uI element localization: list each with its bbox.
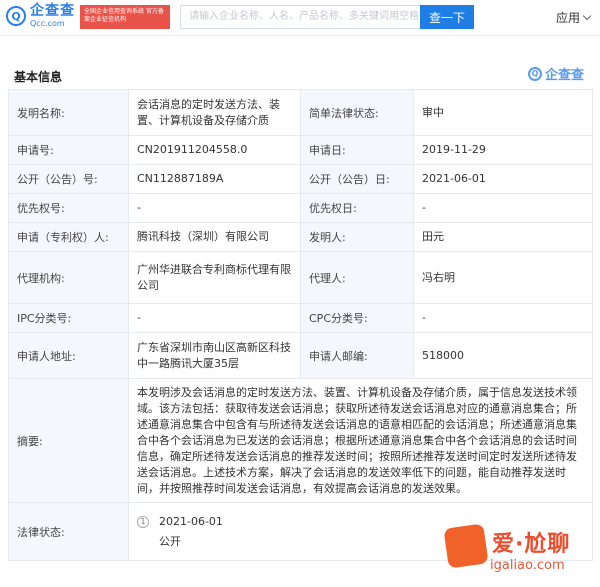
search-button[interactable]: 查一下 bbox=[420, 5, 474, 29]
ipc-value: - bbox=[128, 303, 301, 333]
table-row: 发明名称: 会话消息的定时发送方法、装置、计算机设备及存储介质 简单法律状态: … bbox=[8, 89, 593, 136]
legal-event-date: 2021-06-01 bbox=[159, 514, 223, 528]
ipc-label: IPC分类号: bbox=[8, 303, 129, 333]
applicant-link[interactable]: 腾讯科技（深圳）有限公司 bbox=[128, 222, 301, 252]
invention-name-label: 发明名称: bbox=[8, 89, 129, 136]
logo-title: 企查查 bbox=[30, 3, 75, 19]
postcode-value: 518000 bbox=[413, 332, 593, 379]
agent-label: 代理人: bbox=[300, 251, 414, 304]
apps-label: 应用 bbox=[556, 11, 581, 25]
table-row: 代理机构: 广州华进联合专利商标代理有限公司 代理人: 冯右明 bbox=[8, 251, 593, 304]
publication-date-label: 公开（公告）日: bbox=[300, 164, 414, 194]
application-number-label: 申请号: bbox=[8, 135, 129, 165]
abstract-value: 本发明涉及会话消息的定时发送方法、装置、计算机设备及存储介质，属于信息发送技术领… bbox=[128, 378, 593, 503]
publication-number-value: CN112887189A bbox=[128, 164, 301, 194]
top-bar: Q 企查查 Qcc.com 全国企业信用查询系统 官方备案企业征信机构 请输入企… bbox=[0, 0, 600, 36]
table-row: 摘要: 本发明涉及会话消息的定时发送方法、装置、计算机设备及存储介质，属于信息发… bbox=[8, 378, 593, 503]
table-row: 公开（公告）号: CN112887189A 公开（公告）日: 2021-06-0… bbox=[8, 164, 593, 194]
table-row: 申请（专利权）人: 腾讯科技（深圳）有限公司 发明人: 田元 bbox=[8, 222, 593, 252]
site-watermark: 爱·尬聊 igaliao.com bbox=[440, 522, 596, 584]
search-input[interactable]: 请输入企业名称、人名、产品名称、多关键词用空格 bbox=[180, 5, 420, 29]
publication-number-label: 公开（公告）号: bbox=[8, 164, 129, 194]
application-date-value: 2019-11-29 bbox=[413, 135, 593, 165]
application-number-value: CN201911204558.0 bbox=[128, 135, 301, 165]
logo-text: 企查查 Qcc.com bbox=[30, 4, 75, 28]
qcc-watermark-text: 企查查 bbox=[545, 68, 585, 83]
table-row: 优先权号: - 优先权日: - bbox=[8, 193, 593, 223]
table-row: 申请号: CN201911204558.0 申请日: 2019-11-29 bbox=[8, 135, 593, 165]
abstract-label: 摘要: bbox=[8, 378, 129, 503]
inventor-label: 发明人: bbox=[300, 222, 414, 252]
applicant-address-value: 广东省深圳市南山区高新区科技中一路腾讯大厦35层 bbox=[128, 332, 301, 379]
qcc-logo[interactable]: Q 企查查 Qcc.com bbox=[6, 4, 75, 28]
legal-event: 2021-06-01 公开 bbox=[159, 514, 223, 550]
table-row: IPC分类号: - CPC分类号: - bbox=[8, 303, 593, 333]
priority-date-value: - bbox=[413, 193, 593, 223]
legal-event-status: 公开 bbox=[159, 534, 181, 548]
patent-info-table: 发明名称: 会话消息的定时发送方法、装置、计算机设备及存储介质 简单法律状态: … bbox=[8, 89, 593, 561]
priority-number-label: 优先权号: bbox=[8, 193, 129, 223]
application-date-label: 申请日: bbox=[300, 135, 414, 165]
chevron-down-icon bbox=[582, 11, 592, 21]
qcc-logo-icon: Q bbox=[6, 6, 26, 26]
site-watermark-url: igaliao.com bbox=[490, 558, 565, 573]
section-title: 基本信息 bbox=[14, 70, 63, 84]
priority-date-label: 优先权日: bbox=[300, 193, 414, 223]
qcc-watermark: Q 企查查 bbox=[528, 64, 584, 83]
applicant-address-label: 申请人地址: bbox=[8, 332, 129, 379]
publication-date-value: 2021-06-01 bbox=[413, 164, 593, 194]
cpc-label: CPC分类号: bbox=[300, 303, 414, 333]
logo-domain: Qcc.com bbox=[30, 19, 65, 28]
site-logo-icon bbox=[443, 523, 489, 569]
agency-label: 代理机构: bbox=[8, 251, 129, 304]
legal-status-simple-label: 简单法律状态: bbox=[300, 89, 414, 136]
cpc-value: - bbox=[413, 303, 593, 333]
postcode-label: 申请人邮编: bbox=[300, 332, 414, 379]
qcc-watermark-icon: Q bbox=[528, 66, 542, 81]
legal-status-label: 法律状态: bbox=[8, 502, 129, 561]
table-row: 申请人地址: 广东省深圳市南山区高新区科技中一路腾讯大厦35层 申请人邮编: 5… bbox=[8, 332, 593, 379]
site-watermark-title: 爱·尬聊 bbox=[492, 532, 571, 557]
invention-name-value: 会话消息的定时发送方法、装置、计算机设备及存储介质 bbox=[128, 89, 301, 136]
apps-menu[interactable]: 应用 bbox=[556, 9, 592, 26]
legal-status-simple-value: 审中 bbox=[413, 89, 593, 136]
applicant-label: 申请（专利权）人: bbox=[8, 222, 129, 252]
agency-link[interactable]: 广州华进联合专利商标代理有限公司 bbox=[128, 251, 301, 304]
timeline-step-icon: 1 bbox=[137, 515, 149, 528]
agent-value: 冯右明 bbox=[413, 251, 593, 304]
promo-banner[interactable]: 全国企业信用查询系统 官方备案企业征信机构 bbox=[80, 5, 170, 29]
inventor-value: 田元 bbox=[413, 222, 593, 252]
priority-number-value: - bbox=[128, 193, 301, 223]
